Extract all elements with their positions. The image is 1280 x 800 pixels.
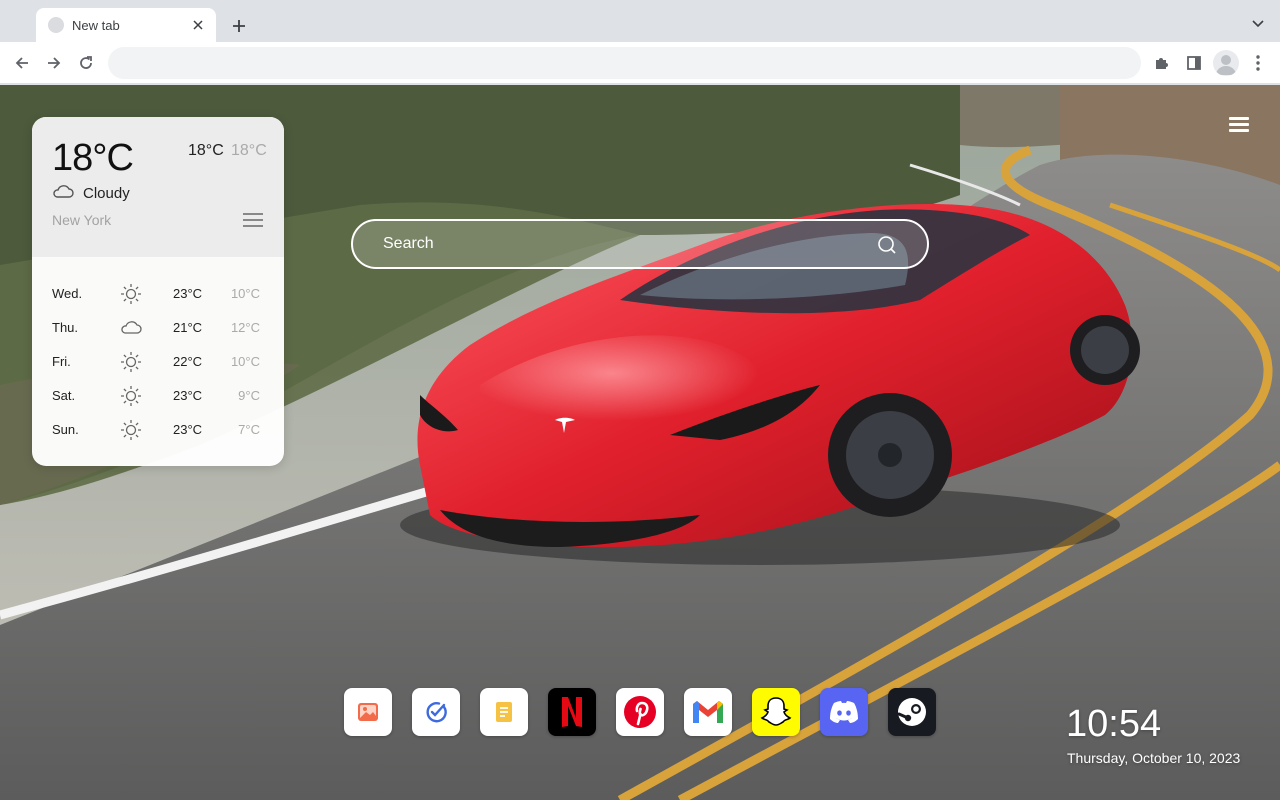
- sun-icon: [121, 352, 141, 372]
- photos-icon: [358, 703, 378, 721]
- tab-strip: New tab: [0, 0, 1280, 42]
- dock-app-gmail[interactable]: [684, 688, 732, 736]
- weather-current: 18°C 18°C 18°C Cloudy New York: [32, 117, 284, 257]
- forecast-high: 23°C: [173, 388, 203, 403]
- clock-date: Thursday, October 10, 2023: [1067, 750, 1241, 766]
- profile-avatar[interactable]: [1213, 50, 1239, 76]
- tab-search-button[interactable]: [1248, 14, 1268, 34]
- tab-favicon-icon: [48, 17, 64, 33]
- gmail-icon: [693, 701, 723, 723]
- reload-button[interactable]: [74, 51, 98, 75]
- reload-icon: [80, 56, 92, 69]
- dock-app-steam[interactable]: [888, 688, 936, 736]
- forecast-row: Sat. 23°C 9°C: [32, 384, 284, 408]
- weather-widget: 18°C 18°C 18°C Cloudy New York Wed. 23°C…: [32, 117, 284, 466]
- forecast-day: Thu.: [52, 320, 79, 335]
- search-icon[interactable]: [877, 235, 897, 255]
- notes-icon: [496, 702, 512, 722]
- search-input[interactable]: [353, 221, 873, 267]
- forecast-low: 7°C: [238, 422, 260, 437]
- sun-icon: [121, 386, 141, 406]
- plus-icon: [233, 20, 245, 32]
- steam-icon: [897, 698, 926, 726]
- pinterest-icon: [624, 696, 656, 728]
- snapchat-icon: [760, 697, 792, 726]
- forecast-row: Wed. 23°C 10°C: [32, 282, 284, 306]
- forecast-row: Sun. 23°C 7°C: [32, 418, 284, 442]
- forecast-row: Fri. 22°C 10°C: [32, 350, 284, 374]
- browser-menu-button[interactable]: [1246, 51, 1270, 75]
- kebab-menu-icon: [1256, 55, 1260, 71]
- new-tab-page: 18°C 18°C 18°C Cloudy New York Wed. 23°C…: [0, 85, 1280, 800]
- search-box: [351, 219, 929, 269]
- discord-icon: [830, 701, 858, 723]
- person-icon: [1216, 55, 1236, 75]
- dock-app-netflix[interactable]: [548, 688, 596, 736]
- weather-menu-button[interactable]: [243, 213, 263, 229]
- forecast-day: Wed.: [52, 286, 83, 301]
- sun-icon: [121, 420, 141, 440]
- forecast-day: Sat.: [52, 388, 76, 403]
- tab-new-tab[interactable]: New tab: [36, 8, 216, 42]
- tab-title: New tab: [72, 17, 120, 33]
- arrow-left-icon: [15, 57, 28, 69]
- sun-icon: [121, 284, 141, 304]
- forecast-day: Fri.: [52, 354, 71, 369]
- extensions-button[interactable]: [1150, 51, 1174, 75]
- cloud-icon: [121, 321, 142, 334]
- puzzle-icon: [1156, 58, 1168, 69]
- dock-app-tasks[interactable]: [412, 688, 460, 736]
- arrow-right-icon: [48, 57, 61, 69]
- tasks-icon: [426, 701, 447, 723]
- forecast-high: 22°C: [173, 354, 203, 369]
- weather-condition: Cloudy: [83, 185, 130, 202]
- forecast-high: 21°C: [173, 320, 203, 335]
- clock-time: 10:54: [1066, 703, 1162, 745]
- today-low: 18°C: [231, 142, 267, 159]
- forecast-row: Thu. 21°C 12°C: [32, 316, 284, 340]
- browser-toolbar: [0, 42, 1280, 84]
- new-tab-button[interactable]: [226, 13, 252, 39]
- today-high: 18°C: [188, 142, 224, 159]
- forward-button[interactable]: [42, 51, 66, 75]
- back-button[interactable]: [10, 51, 34, 75]
- forecast-low: 10°C: [230, 354, 260, 369]
- forecast-high: 23°C: [173, 422, 203, 437]
- weather-city[interactable]: New York: [52, 212, 111, 228]
- forecast-day: Sun.: [52, 422, 79, 437]
- address-bar[interactable]: [108, 47, 1141, 79]
- dock-app-snapchat[interactable]: [752, 688, 800, 736]
- current-temperature: 18°C: [52, 137, 134, 179]
- forecast-low: 9°C: [238, 388, 260, 403]
- cloud-icon: [53, 185, 74, 198]
- tab-close-icon[interactable]: [190, 17, 206, 33]
- netflix-icon: [562, 697, 582, 727]
- dock-app-discord[interactable]: [820, 688, 868, 736]
- dock-app-photos[interactable]: [344, 688, 392, 736]
- side-panel-icon: [1187, 56, 1201, 70]
- forecast-high: 23°C: [173, 286, 203, 301]
- dock-app-notes[interactable]: [480, 688, 528, 736]
- chevron-down-icon: [1252, 20, 1264, 28]
- forecast-low: 12°C: [230, 320, 260, 335]
- forecast-low: 10°C: [230, 286, 260, 301]
- side-panel-button[interactable]: [1182, 51, 1206, 75]
- dock-app-pinterest[interactable]: [616, 688, 664, 736]
- page-menu-button[interactable]: [1229, 117, 1249, 135]
